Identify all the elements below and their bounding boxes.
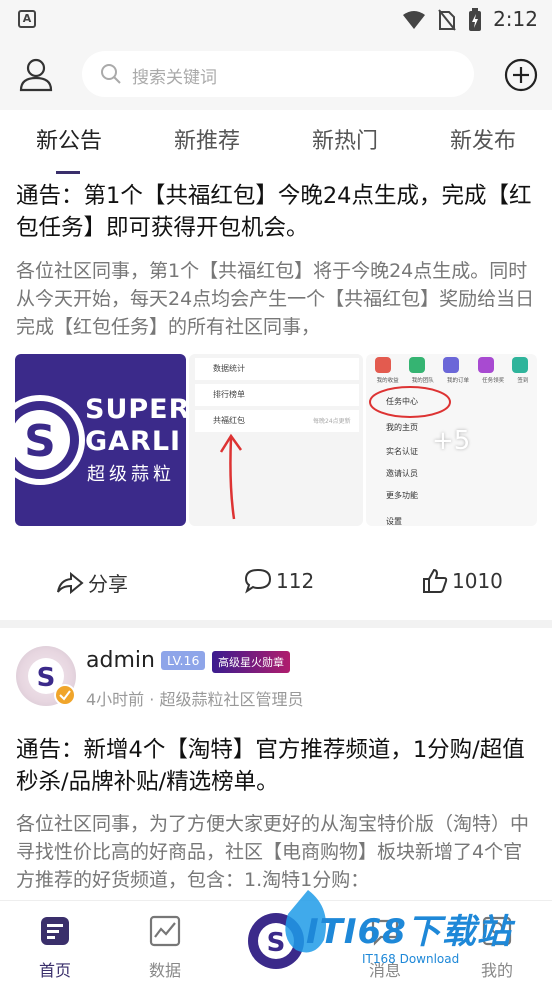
- watermark-subtext: IT168 Download: [362, 952, 460, 966]
- task-reward-icon: [477, 357, 494, 373]
- verify-row: 实名认证: [386, 447, 418, 456]
- category-tabs: 新公告 新推荐 新热门 新发布: [0, 110, 552, 174]
- watermark: ITI68下载站 IT168 Download: [270, 880, 552, 980]
- top-label: 签到: [517, 378, 529, 384]
- no-sim-icon: [438, 9, 456, 31]
- top-bar: 搜索关键词: [0, 38, 552, 110]
- verified-badge-icon: [54, 684, 76, 706]
- task-top-labels: 我的收益 我的团队 我的订单 任务领奖 签到: [370, 376, 535, 384]
- add-post-icon[interactable]: [504, 58, 538, 92]
- red-arrow-annotation: [219, 433, 243, 520]
- top-label: 我的团队: [411, 378, 434, 384]
- more-row: 更多功能: [386, 491, 418, 500]
- nav-data-label: 数据: [148, 961, 181, 980]
- settings-row: 设置: [386, 517, 402, 526]
- search-input[interactable]: 搜索关键词: [82, 51, 474, 97]
- post-card[interactable]: 通告：第1个【共福红包】今晚24点生成，完成【红包任务】即可获得开包机会。 各位…: [0, 174, 552, 620]
- share-icon: [57, 571, 84, 594]
- invite-row: 邀请认员: [386, 469, 418, 478]
- svg-text:S: S: [37, 663, 56, 693]
- app-notification-icon: A: [18, 10, 36, 28]
- search-placeholder: 搜索关键词: [132, 68, 217, 88]
- nav-home[interactable]: 首页: [20, 915, 90, 981]
- status-icons: [402, 8, 482, 32]
- chart-icon: [149, 915, 181, 947]
- username[interactable]: admin: [86, 648, 155, 673]
- post-image-logo[interactable]: S SUPER GARLI 超级蒜粒: [15, 354, 186, 526]
- tab-new-recommended[interactable]: 新推荐: [138, 110, 276, 174]
- plus-five-badge: +5: [432, 426, 471, 456]
- post-title[interactable]: 通告：新增4个【淘特】官方推荐频道，1分购/超值秒杀/品牌补贴/精选榜单。: [16, 734, 541, 798]
- battery-charging-icon: [469, 8, 481, 31]
- level-badge: LV.16: [161, 651, 206, 670]
- medal-badge: 高级星火勋章: [212, 651, 290, 673]
- comment-icon: [244, 568, 272, 594]
- post-image-menu[interactable]: 数据统计 排行榜单 共福红包 每晚24点更新: [189, 354, 363, 526]
- top-label: 我的收益: [376, 378, 399, 384]
- share-button[interactable]: 分享: [56, 568, 128, 597]
- logo-text-cn: 超级蒜粒: [87, 464, 175, 485]
- thumbs-up-icon: [423, 568, 448, 593]
- watermark-text: ITI68下载站: [306, 912, 512, 952]
- menu-row-rank: 排行榜单: [195, 384, 359, 406]
- post-images: S SUPER GARLI 超级蒜粒 数据统计 排行榜单 共福红包 每晚24点更…: [15, 354, 537, 526]
- post-excerpt[interactable]: 各位社区同事，第1个【共福红包】将于今晚24点生成。同时从今天开始，每天24点均…: [16, 257, 541, 341]
- tab-new-announcements[interactable]: 新公告: [0, 110, 138, 174]
- search-icon: [101, 64, 121, 84]
- tab-new-hot[interactable]: 新热门: [276, 110, 414, 174]
- like-count: 1010: [452, 569, 503, 593]
- nav-home-label: 首页: [38, 961, 71, 980]
- tab-new-published[interactable]: 新发布: [414, 110, 552, 174]
- logo-text-line2: GARLI: [85, 426, 182, 457]
- red-circle-annotation: [369, 386, 451, 418]
- share-label: 分享: [88, 572, 128, 596]
- comment-count: 112: [276, 569, 315, 593]
- top-label: 任务领奖: [482, 378, 505, 384]
- svg-text:S: S: [24, 416, 56, 467]
- user-profile-icon[interactable]: [18, 56, 54, 92]
- super-garlic-logo-icon: S: [15, 395, 85, 485]
- post-actions: 分享 112 1010: [0, 568, 552, 608]
- checkin-icon: [511, 357, 528, 373]
- post-title[interactable]: 通告：第1个【共福红包】今晚24点生成，完成【红包任务】即可获得开包机会。: [16, 180, 541, 244]
- team-icon: [409, 357, 426, 373]
- post-card[interactable]: S admin LV.16 高级星火勋章 4小时前 · 超级蒜粒社区管理员 通告…: [0, 628, 552, 900]
- top-label: 我的订单: [446, 378, 469, 384]
- income-icon: [375, 357, 392, 373]
- home-icon: [41, 917, 69, 945]
- homepage-row: 我的主页: [386, 423, 418, 432]
- nav-data[interactable]: 数据: [130, 915, 200, 981]
- status-bar: A 2:12: [0, 0, 552, 38]
- like-button[interactable]: 1010: [422, 568, 503, 594]
- wifi-icon: [403, 11, 425, 29]
- post-image-task-center[interactable]: 我的收益 我的团队 我的订单 任务领奖 签到 任务中心 我的主页 实名认证 邀请…: [366, 354, 537, 526]
- logo-text-line1: SUPER: [85, 394, 186, 425]
- comment-button[interactable]: 112: [244, 568, 314, 594]
- status-time: 2:12: [493, 7, 538, 31]
- post-meta: 4小时前 · 超级蒜粒社区管理员: [86, 690, 304, 709]
- menu-note: 每晚24点更新: [313, 418, 351, 425]
- menu-row-stats: 数据统计: [195, 358, 359, 380]
- orders-icon: [443, 357, 460, 373]
